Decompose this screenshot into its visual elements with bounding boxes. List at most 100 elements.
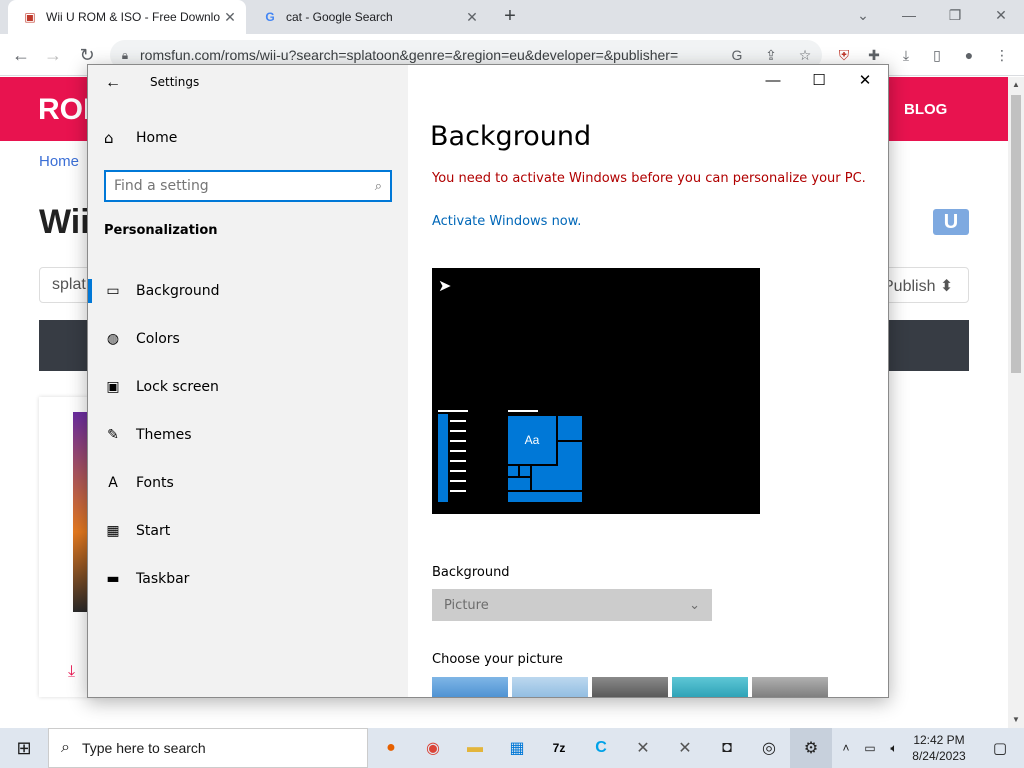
page-title: Background [430,121,592,152]
home-nav-item[interactable]: ⌂ Home [104,129,177,147]
preview-tile [532,466,582,490]
store-icon[interactable]: ▦ [496,728,538,768]
start-icon: ▦ [106,523,120,539]
preview-tile [558,442,582,466]
share-icon[interactable]: ⇪ [754,47,788,64]
extensions-puzzle-icon[interactable]: ✚ [864,45,884,65]
tray-chevron-icon[interactable]: ˄ [838,728,854,768]
scroll-up-icon[interactable]: ▲ [1008,77,1024,93]
scroll-down-icon[interactable]: ▼ [1008,712,1024,728]
notifications-icon[interactable]: ▢ [980,728,1020,768]
picture-thumbnail[interactable] [672,677,748,697]
nav-item-colors[interactable]: ◍ Colors [88,321,408,357]
media-icon[interactable]: ◎ [748,728,790,768]
minimize-button[interactable]: — [750,65,796,97]
download-icon[interactable]: ⤓ [68,663,75,681]
settings-content: — ☐ ✕ Background You need to activate Wi… [408,65,888,697]
site-logo[interactable]: ROI [38,93,91,127]
nav-item-label: Colors [136,331,180,347]
picture-icon: ▭ [106,283,120,299]
taskbar-search-placeholder: Type here to search [81,740,206,756]
picture-thumbnail[interactable] [512,677,588,697]
picture-thumbnail[interactable] [592,677,668,697]
themes-icon: ✎ [107,427,119,443]
side-panel-icon[interactable]: ▯ [927,45,947,65]
google-favicon-icon: G [265,10,275,24]
section-title: Personalization [104,223,218,238]
camera-icon[interactable]: ◘ [706,728,748,768]
preview-line [450,430,466,432]
preview-tile [520,466,530,476]
window-title: Settings [150,75,200,89]
search-icon[interactable]: ⌕ [375,178,382,194]
back-arrow-icon[interactable]: ← [8,42,34,68]
nav-item-taskbar[interactable]: ▬ Taskbar [88,561,408,597]
network-icon[interactable]: ▭ [860,728,880,768]
browser-minimize-button[interactable]: — [886,0,932,30]
google-lens-icon[interactable]: G [720,47,754,63]
preview-start-bar [438,414,448,502]
back-button[interactable]: ← [100,71,126,95]
close-tab-icon[interactable]: ✕ [462,9,482,26]
find-setting-input[interactable] [114,178,375,194]
app-icon[interactable]: ✕ [664,728,706,768]
picture-thumbnail[interactable] [432,677,508,697]
site-nav-blog[interactable]: BLOG [904,101,947,118]
nav-item-label: Start [136,523,171,539]
nav-item-start[interactable]: ▦ Start [88,513,408,549]
menu-kebab-icon[interactable]: ⋮ [992,45,1012,65]
nav-item-background[interactable]: ▭ Background [88,273,408,309]
chevron-down-icon: ⌄ [689,597,700,613]
preview-tile [558,416,582,440]
maximize-button[interactable]: ☐ [796,65,842,97]
clock-date: 8/24/2023 [912,749,966,763]
close-button[interactable]: ✕ [842,65,888,97]
url-text[interactable]: romsfun.com/roms/wii-u?search=splatoon&g… [140,47,720,63]
chrome-icon[interactable]: ◉ [412,728,454,768]
taskbar-search-box[interactable]: ⌕ Type here to search [48,728,368,768]
new-tab-button[interactable]: + [498,4,522,28]
forward-arrow-icon[interactable]: → [40,42,66,68]
preview-line [450,450,466,452]
page-scrollbar[interactable]: ▲ ▼ [1008,77,1024,728]
profile-avatar-icon[interactable]: ● [959,45,979,65]
settings-gear-icon[interactable]: ⚙ [790,728,832,768]
firefox-icon[interactable]: ● [370,728,412,768]
activate-windows-link[interactable]: Activate Windows now. [432,214,581,229]
nav-item-themes[interactable]: ✎ Themes [88,417,408,453]
close-tab-icon[interactable]: ✕ [220,9,240,26]
windows-taskbar: ⊞ ⌕ Type here to search ● ◉ ▬ ▦ 7z C ✕ ✕… [0,728,1024,768]
home-icon: ⌂ [104,129,114,147]
windows-logo-icon: ⊞ [16,737,32,758]
tab-google[interactable]: G cat - Google Search ✕ [248,0,488,34]
tab-romsfun[interactable]: ▣ Wii U ROM & ISO - Free Download ✕ [8,0,246,34]
nav-item-fonts[interactable]: A Fonts [88,465,408,501]
background-type-dropdown[interactable]: Picture ⌄ [432,589,712,621]
browser-tab-bar: ▣ Wii U ROM & ISO - Free Download ✕ G ca… [0,0,1024,34]
browser-close-button[interactable]: ✕ [978,0,1024,30]
app-icon[interactable]: ✕ [622,728,664,768]
browser-restore-button[interactable]: ❐ [932,0,978,30]
find-setting-box[interactable]: ⌕ [104,170,392,202]
breadcrumb-home[interactable]: Home [39,153,79,170]
preview-line [450,460,466,462]
clock[interactable]: 12:42 PM 8/24/2023 [900,728,978,768]
7zip-icon[interactable]: 7z [538,728,580,768]
preview-tile [508,466,518,476]
lock-icon[interactable]: 🔒︎ [110,48,140,63]
nav-item-lock-screen[interactable]: ▣ Lock screen [88,369,408,405]
tab-search-icon[interactable]: ⌄ [840,0,886,30]
scrollbar-thumb[interactable] [1011,95,1021,373]
file-explorer-icon[interactable]: ▬ [454,728,496,768]
bookmark-star-icon[interactable]: ☆ [788,47,822,64]
extension-shield-icon[interactable]: ⛨ [834,45,854,65]
download-icon[interactable]: ⤓ [896,45,916,65]
mouse-cursor-icon: ➤ [438,278,452,295]
romsfun-favicon-icon: ▣ [24,10,36,24]
start-button[interactable]: ⊞ [0,728,48,768]
background-preview: ➤ Aa [432,268,760,514]
ccleaner-icon[interactable]: C [580,728,622,768]
picture-thumbnail[interactable] [752,677,828,697]
background-label: Background [432,565,510,580]
choose-picture-label: Choose your picture [432,652,563,667]
